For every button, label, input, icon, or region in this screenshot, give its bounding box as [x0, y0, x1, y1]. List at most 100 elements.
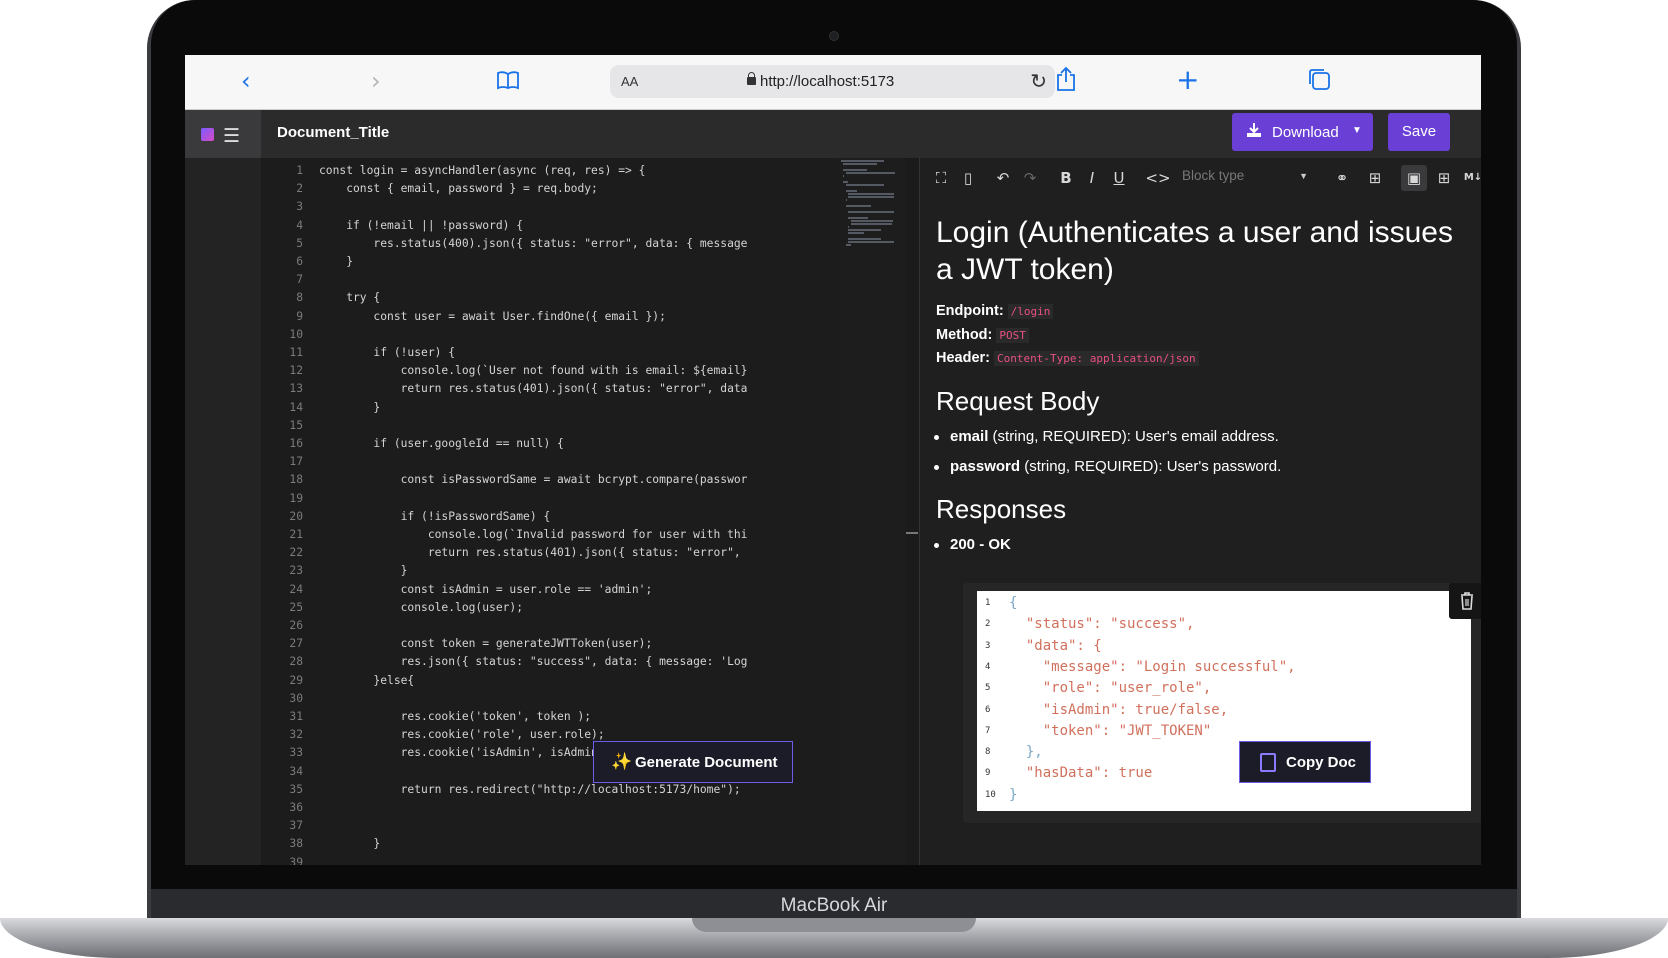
pane-resize-handle[interactable] [906, 532, 918, 534]
json-editor[interactable]: 1 {2 "status": "success", 3 "data": {4 "me… [977, 591, 1471, 811]
param-desc: (string, REQUIRED): User's password. [1020, 458, 1282, 475]
header-value: Content-Type: application/json [994, 351, 1199, 366]
json-line-number: 7 [985, 725, 991, 736]
pane-divider[interactable] [905, 158, 920, 865]
line-number: 22 [289, 546, 303, 560]
code-icon[interactable]: <> [1145, 165, 1171, 191]
json-text: "isAdmin": true/false, [1009, 701, 1229, 718]
line-number: 34 [289, 764, 303, 778]
url-text: http://localhost:5173 [760, 73, 895, 90]
endpoint-line: Endpoint:/login [936, 303, 1054, 319]
line-number: 19 [289, 491, 303, 505]
line-number: 31 [289, 710, 303, 723]
undo-icon[interactable]: ↶ [990, 165, 1016, 191]
json-line-number: 3 [985, 640, 991, 651]
document-title[interactable]: Document_Title [277, 124, 389, 141]
bold-icon[interactable]: B [1053, 165, 1079, 191]
code-line: 9 const user = await User.findOne({ emai… [261, 308, 839, 326]
json-code-block: 1 {2 "status": "success", 3 "data": {4 "me… [963, 583, 1481, 823]
code-text: console.log(`Invalid password for user w… [319, 528, 748, 541]
code-line: 39 [261, 854, 839, 865]
code-text: res.status(400).json({ status: "error", … [319, 236, 748, 250]
code-text: return res.redirect("http://localhost:51… [319, 782, 741, 796]
line-number: 12 [289, 364, 303, 378]
minimap-line [848, 211, 895, 213]
line-number: 17 [289, 455, 303, 469]
italic-icon[interactable]: I [1079, 165, 1105, 191]
code-text: return res.status(401).json({ status: "e… [319, 546, 741, 560]
minimap-line [843, 169, 867, 171]
code-text: const isAdmin = user.role == 'admin'; [319, 582, 653, 596]
code-line: 28 res.json({ status: "success", data: {… [261, 653, 839, 671]
minimap-line [845, 172, 896, 174]
code-line: 12 console.log(`User not found with is e… [261, 362, 839, 380]
minimap-line [841, 160, 885, 162]
line-number: 14 [289, 400, 303, 414]
code-line: 27 const token = generateJWTToken(user); [261, 635, 839, 653]
endpoint-value: /login [1007, 304, 1054, 319]
param-name: password [950, 458, 1021, 475]
code-line: 29 }else{ [261, 672, 839, 690]
minimap-line [848, 217, 868, 219]
reload-icon[interactable]: ↻ [1030, 69, 1047, 93]
code-line: 22 return res.status(401).json({ status:… [261, 544, 839, 562]
code-line: 5 res.status(400).json({ status: "error"… [261, 235, 839, 253]
json-line-number: 5 [985, 683, 991, 694]
tabs-icon[interactable] [1307, 67, 1331, 97]
redo-icon[interactable]: ↷ [1017, 165, 1043, 191]
delete-block-button[interactable] [1449, 583, 1481, 619]
line-number: 37 [289, 819, 303, 833]
new-tab-icon[interactable]: + [1176, 63, 1199, 96]
generate-label: Generate Document [635, 754, 778, 771]
share-icon[interactable] [1055, 66, 1077, 98]
sidebar-toggle[interactable]: ☰ [185, 110, 261, 158]
bookmarks-icon[interactable] [496, 68, 520, 96]
insert-icon[interactable]: ⊞ [1431, 165, 1457, 191]
forward-icon[interactable]: › [371, 67, 381, 95]
code-text: }else{ [319, 673, 415, 687]
table-icon[interactable]: ⊞ [1362, 165, 1388, 191]
code-minimap[interactable] [839, 158, 905, 865]
line-number: 39 [289, 855, 303, 865]
code-line: 7 [261, 271, 839, 289]
code-text: console.log(user); [319, 600, 524, 614]
download-button[interactable]: Download ▼ [1232, 113, 1373, 151]
save-button[interactable]: Save [1388, 113, 1450, 151]
line-number: 24 [289, 582, 303, 596]
underline-icon[interactable]: U [1106, 165, 1132, 191]
line-number: 6 [296, 255, 303, 268]
line-number: 33 [289, 746, 303, 760]
line-number: 11 [289, 346, 303, 359]
code-text: if (user.googleId == null) { [319, 437, 564, 450]
param-name: email [950, 428, 989, 445]
copy-label: Copy Doc [1286, 754, 1357, 771]
laptop-notch [692, 918, 976, 932]
link-icon[interactable]: ⚭ [1329, 165, 1355, 191]
list-item: email (string, REQUIRED): User's email a… [934, 428, 1279, 445]
code-line: 37 [261, 817, 839, 835]
address-bar[interactable]: AA http://localhost:5173 ↻ [610, 65, 1055, 98]
editor-toolbar: ⛶ ▯ ↶ ↷ B I U <> Block type ▼ ⚭ ⊞ ▣ ⊞ M↓ [920, 158, 1481, 198]
copy-doc-button[interactable]: Copy Doc [1239, 741, 1371, 783]
code-text: } [319, 255, 354, 268]
line-number: 7 [296, 273, 303, 287]
code-text: const login = asyncHandler(async (req, r… [319, 164, 646, 177]
line-number: 10 [289, 327, 303, 341]
generate-document-button[interactable]: ✨ Generate Document [593, 741, 793, 783]
fullscreen-icon[interactable]: ⛶ [928, 165, 954, 191]
image-icon[interactable]: ▣ [1401, 165, 1427, 191]
back-icon[interactable]: ‹ [241, 67, 251, 95]
code-line: 38 } [261, 835, 839, 853]
code-line: 21 console.log(`Invalid password for use… [261, 526, 839, 544]
block-type-select[interactable]: Block type ▼ [1182, 168, 1314, 190]
code-line: 31 res.cookie('token', token ); [261, 708, 839, 726]
json-text: "token": "JWT_TOKEN" [1009, 722, 1212, 739]
split-view-icon[interactable]: ▯ [955, 165, 981, 191]
doc-editor: ⛶ ▯ ↶ ↷ B I U <> Block type ▼ ⚭ ⊞ ▣ ⊞ M↓… [920, 158, 1481, 865]
menu-icon[interactable]: ☰ [223, 125, 240, 147]
json-text: "message": "Login successful", [1009, 658, 1296, 675]
reader-mode-button[interactable]: AA [621, 74, 638, 89]
code-line: 6 } [261, 253, 839, 271]
code-line: 16 if (user.googleId == null) { [261, 435, 839, 453]
markdown-icon[interactable]: M↓ [1460, 165, 1481, 191]
